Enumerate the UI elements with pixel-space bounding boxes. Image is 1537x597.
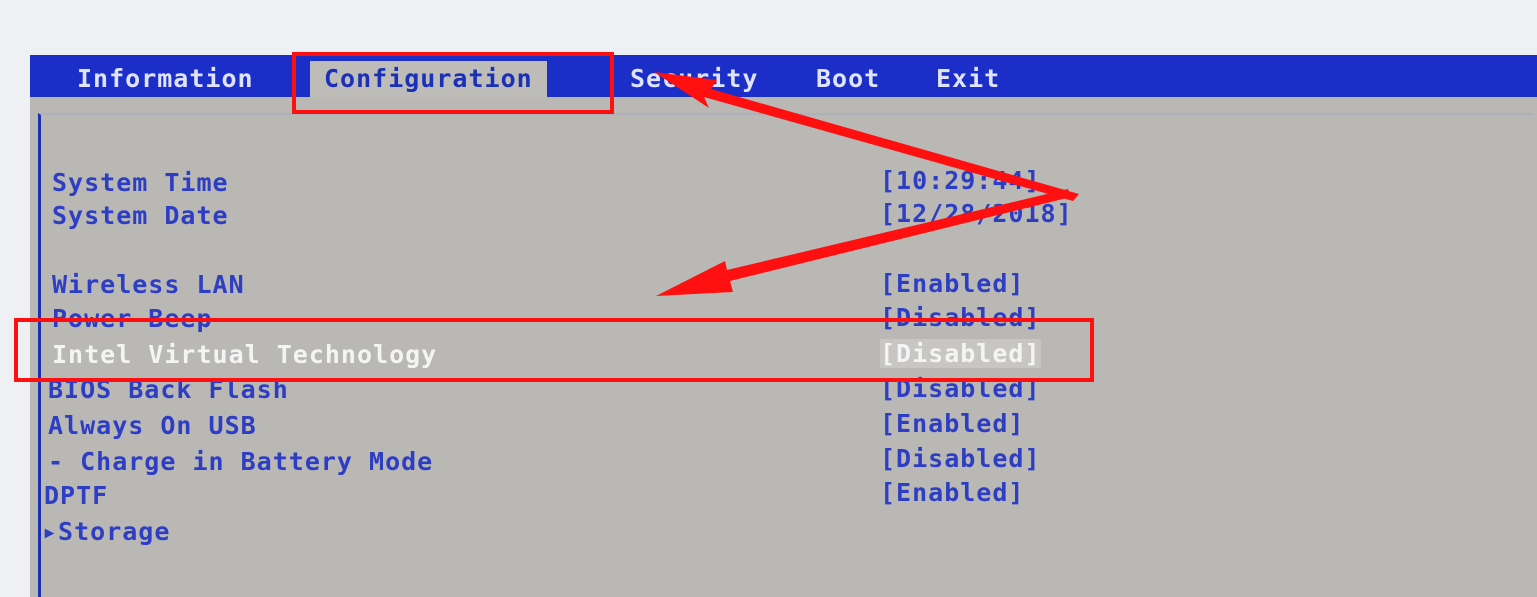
arrow-to-intel-virtual-technology — [656, 189, 1071, 296]
arrow-to-configuration-tab — [654, 72, 1079, 201]
annotation-arrows — [654, 72, 1079, 296]
